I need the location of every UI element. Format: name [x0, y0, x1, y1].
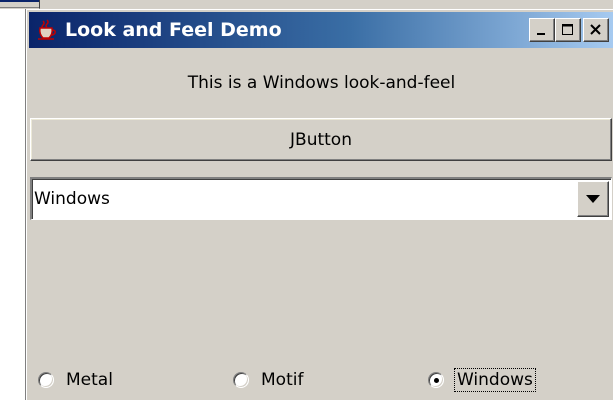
radio-label-metal: Metal — [66, 370, 113, 390]
maximize-icon — [562, 24, 573, 35]
combo-dropdown-button[interactable] — [577, 181, 609, 217]
radio-selected-icon[interactable] — [428, 372, 444, 388]
content-pane: This is a Windows look-and-feel JButton … — [30, 50, 613, 400]
look-and-feel-combo[interactable]: Windows — [30, 177, 612, 220]
jbutton[interactable]: JButton — [30, 118, 612, 161]
maximize-button[interactable] — [555, 18, 581, 42]
title-bar[interactable]: Look and Feel Demo — [29, 12, 613, 48]
window-title: Look and Feel Demo — [65, 19, 282, 41]
background-window-content — [0, 9, 26, 400]
radio-windows[interactable]: Windows — [428, 368, 536, 392]
combo-selected-value: Windows — [34, 189, 110, 209]
radio-circle-icon[interactable] — [38, 372, 54, 388]
radio-motif[interactable]: Motif — [233, 368, 303, 392]
close-icon — [590, 24, 601, 35]
radio-circle-icon[interactable] — [233, 372, 249, 388]
background-window-titlebar — [0, 0, 40, 2]
background-window-border — [39, 0, 40, 8]
minimize-button[interactable] — [529, 18, 555, 42]
close-button[interactable] — [583, 18, 609, 42]
title-buttons — [529, 18, 609, 42]
radio-dot — [434, 378, 439, 383]
look-and-feel-label: This is a Windows look-and-feel — [187, 73, 456, 93]
chevron-down-icon — [586, 195, 600, 203]
radio-metal[interactable]: Metal — [38, 368, 113, 392]
minimize-icon — [537, 33, 545, 35]
radio-label-motif: Motif — [261, 370, 304, 390]
java-cup-icon[interactable] — [33, 17, 59, 43]
radio-label-windows: Windows — [454, 368, 536, 392]
main-window: Look and Feel Demo This is a Windows loo… — [26, 9, 613, 400]
